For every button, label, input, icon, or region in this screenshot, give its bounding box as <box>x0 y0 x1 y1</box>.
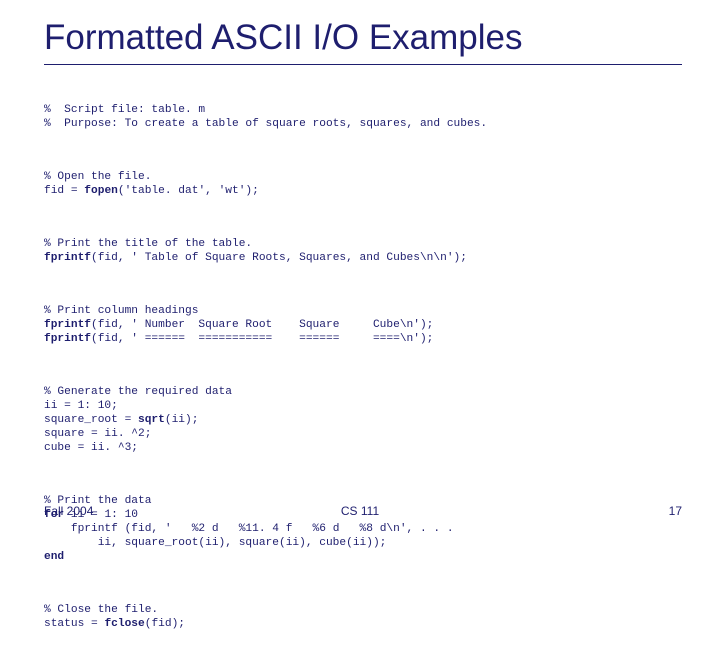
code-line: (fid, ' Number Square Root Square Cube\n… <box>91 319 433 331</box>
slide-title: Formatted ASCII I/O Examples <box>44 18 682 58</box>
code-line: (fid); <box>145 618 185 630</box>
code-line: % Print column headings <box>44 305 198 317</box>
code-line: square = ii. ^2; <box>44 428 151 440</box>
code-line: (fid, ' %2 d %11. 4 f %6 d %8 d\n', . . … <box>125 523 454 535</box>
code-keyword: fopen <box>84 185 118 197</box>
code-keyword: sqrt <box>138 414 165 426</box>
footer-right: 17 <box>669 504 682 518</box>
code-keyword: fprintf <box>44 319 91 331</box>
code-line: (fid, ' Table of Square Roots, Squares, … <box>91 252 467 264</box>
code-line: square_root = <box>44 414 138 426</box>
code-line: % Purpose: To create a table of square r… <box>44 118 487 130</box>
code-line: (ii); <box>165 414 199 426</box>
code-line: ii, square_root(ii), square(ii), cube(ii… <box>44 537 386 549</box>
code-line: (fid, ' ====== =========== ====== ====\n… <box>91 333 433 345</box>
footer-left: Fall 2004 <box>44 504 93 518</box>
slide-footer: Fall 2004 CS 111 17 <box>0 504 720 518</box>
code-line: fid = <box>44 185 84 197</box>
code-keyword: fprintf <box>44 333 91 345</box>
code-keyword: fprintf <box>44 252 91 264</box>
code-line: % Generate the required data <box>44 386 232 398</box>
code-line: status = <box>44 618 104 630</box>
code-block: % Script file: table. m % Purpose: To cr… <box>44 75 682 670</box>
title-underline <box>44 64 682 65</box>
code-line: % Open the file. <box>44 171 151 183</box>
code-line: ii = 1: 10; <box>44 400 118 412</box>
code-keyword: end <box>44 551 64 563</box>
code-keyword: fclose <box>104 618 144 630</box>
code-line: % Close the file. <box>44 604 158 616</box>
code-line: cube = ii. ^3; <box>44 442 138 454</box>
footer-center: CS 111 <box>341 504 379 518</box>
code-line: ('table. dat', 'wt'); <box>118 185 259 197</box>
code-line: % Script file: table. m <box>44 104 205 116</box>
code-line: % Print the title of the table. <box>44 238 252 250</box>
code-line: fprintf <box>44 523 125 535</box>
